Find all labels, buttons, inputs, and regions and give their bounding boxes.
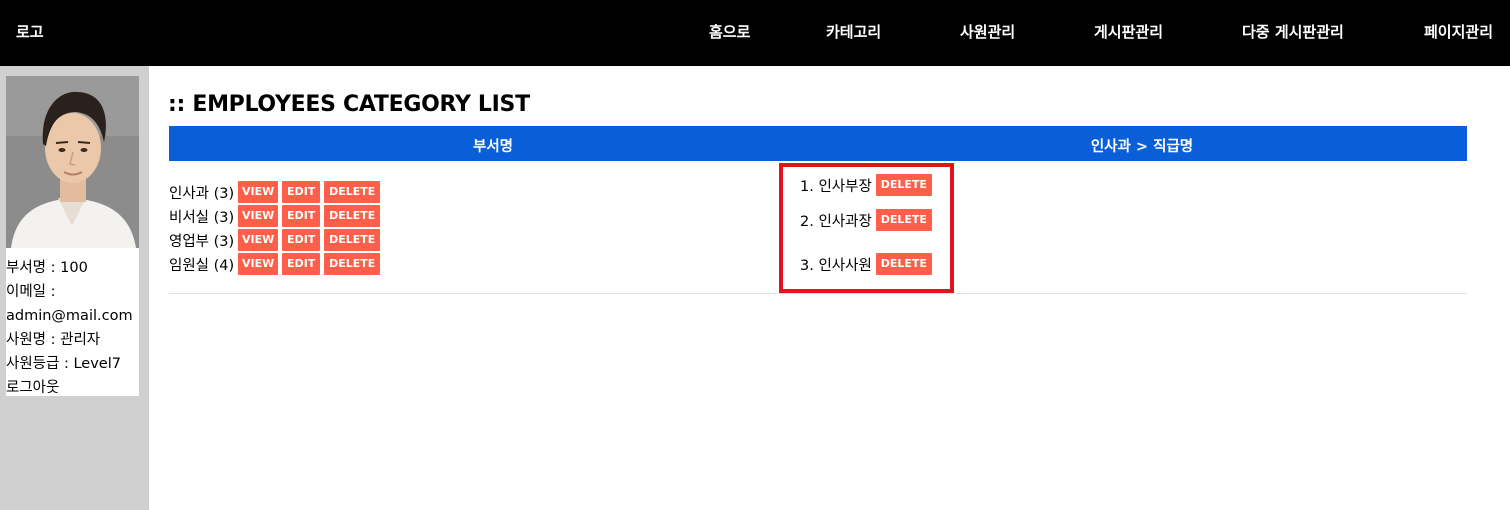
profile-email-label: 이메일 : — [6, 284, 56, 300]
view-button[interactable]: VIEW — [238, 253, 279, 275]
position-label: 3. 인사사원 — [800, 257, 872, 274]
department-row: 인사과 (3) VIEW EDIT DELETE — [169, 180, 384, 204]
department-label: 영업부 (3) — [169, 233, 235, 250]
delete-button[interactable]: DELETE — [324, 181, 381, 203]
department-label: 임원실 (4) — [169, 257, 235, 274]
delete-button[interactable]: DELETE — [875, 209, 932, 231]
department-label: 비서실 (3) — [169, 209, 235, 226]
delete-button[interactable]: DELETE — [324, 229, 381, 251]
profile-card: 부서명 : 100 이메일 : admin@mail.com 사원명 : 관리자… — [6, 76, 139, 396]
profile-info: 부서명 : 100 이메일 : admin@mail.com 사원명 : 관리자… — [6, 256, 139, 400]
position-row: 2. 인사과장 DELETE — [800, 198, 936, 242]
view-button[interactable]: VIEW — [238, 181, 279, 203]
page-title: :: EMPLOYEES CATEGORY LIST — [168, 92, 530, 117]
column-header-position: 인사과 > 직급명 — [1090, 139, 1194, 155]
profile-name: 사원명 : 관리자 — [6, 332, 101, 348]
table-divider — [169, 293, 1467, 294]
table-header: 부서명 인사과 > 직급명 — [169, 126, 1467, 161]
delete-button[interactable]: DELETE — [875, 253, 932, 275]
delete-button[interactable]: DELETE — [324, 253, 381, 275]
edit-button[interactable]: EDIT — [282, 253, 321, 275]
position-row: 1. 인사부장 DELETE — [800, 172, 936, 198]
department-label: 인사과 (3) — [169, 185, 235, 202]
nav-item-home[interactable]: 홈으로 — [709, 21, 750, 42]
nav-item-multi-board-management[interactable]: 다중 게시판관리 — [1242, 21, 1344, 42]
column-header-department: 부서명 — [472, 139, 514, 155]
nav-item-employee-management[interactable]: 사원관리 — [960, 21, 1015, 42]
profile-grade: 사원등급 : Level7 — [6, 356, 121, 372]
department-list: 인사과 (3) VIEW EDIT DELETE 비서실 (3) VIEW ED… — [169, 180, 384, 276]
avatar — [6, 76, 139, 248]
avatar-portrait-image — [6, 76, 139, 248]
nav-item-category[interactable]: 카테고리 — [826, 21, 881, 42]
edit-button[interactable]: EDIT — [282, 181, 321, 203]
sidebar: 부서명 : 100 이메일 : admin@mail.com 사원명 : 관리자… — [0, 66, 149, 510]
logo-link[interactable]: 로고 — [16, 21, 44, 42]
edit-button[interactable]: EDIT — [282, 229, 321, 251]
nav-item-board-management[interactable]: 게시판관리 — [1094, 21, 1163, 42]
nav-item-page-management[interactable]: 페이지관리 — [1424, 21, 1493, 42]
profile-department: 부서명 : 100 — [6, 260, 88, 276]
edit-button[interactable]: EDIT — [282, 205, 321, 227]
position-label: 2. 인사과장 — [800, 213, 872, 230]
department-row: 영업부 (3) VIEW EDIT DELETE — [169, 228, 384, 252]
position-row: 3. 인사사원 DELETE — [800, 242, 936, 286]
top-nav-bar: 로고 홈으로 카테고리 사원관리 게시판관리 다중 게시판관리 페이지관리 — [0, 0, 1510, 66]
position-list: 1. 인사부장 DELETE 2. 인사과장 DELETE 3. 인사사원 DE… — [800, 172, 936, 286]
department-row: 임원실 (4) VIEW EDIT DELETE — [169, 252, 384, 276]
view-button[interactable]: VIEW — [238, 229, 279, 251]
view-button[interactable]: VIEW — [238, 205, 279, 227]
delete-button[interactable]: DELETE — [875, 174, 932, 196]
department-row: 비서실 (3) VIEW EDIT DELETE — [169, 204, 384, 228]
delete-button[interactable]: DELETE — [324, 205, 381, 227]
logout-link[interactable]: 로그아웃 — [6, 376, 139, 400]
profile-email-value: admin@mail.com — [6, 308, 133, 324]
position-label: 1. 인사부장 — [800, 178, 872, 195]
